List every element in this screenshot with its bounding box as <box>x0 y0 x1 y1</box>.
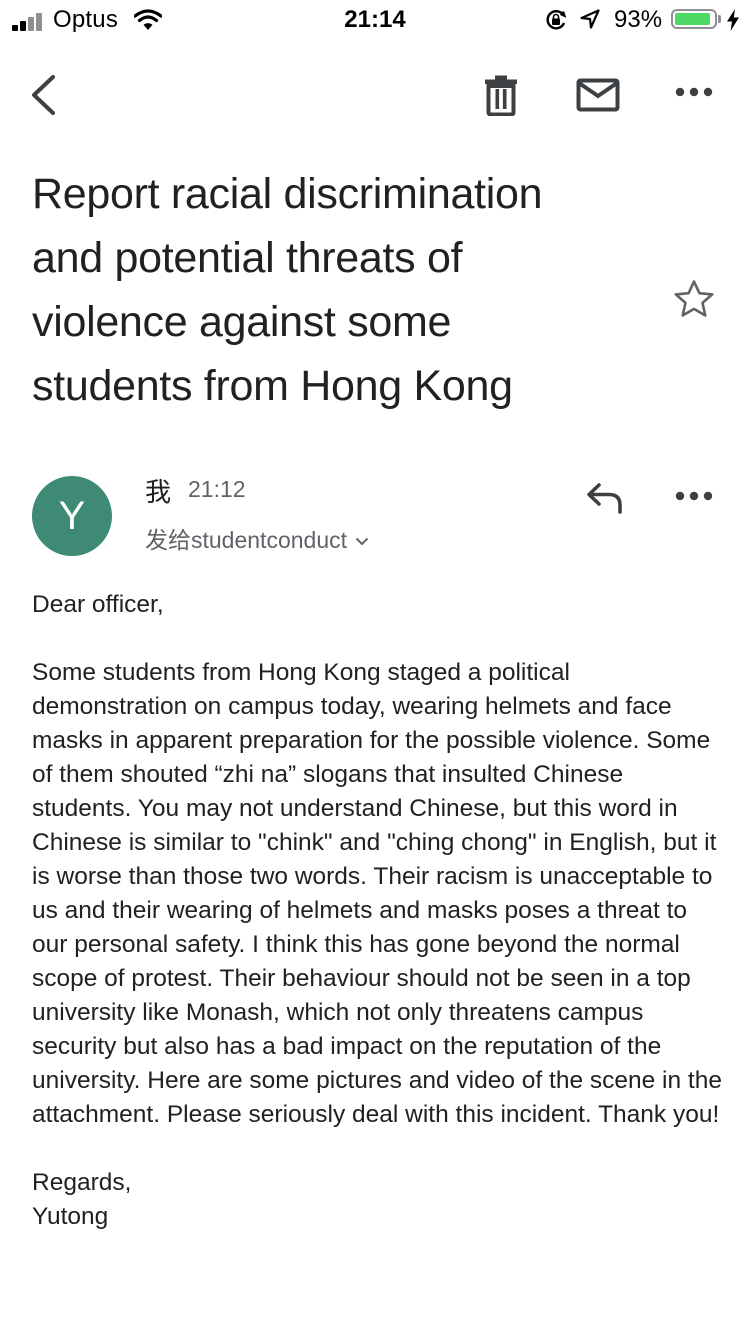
back-arrow-icon[interactable] <box>28 73 60 117</box>
reply-icon[interactable] <box>585 482 625 514</box>
mail-icon[interactable] <box>576 78 620 112</box>
sender-name: 我 <box>145 478 172 508</box>
chevron-down-icon <box>355 538 369 546</box>
email-signature: Yutong <box>32 1203 109 1230</box>
email-subject: Report racial discrimination and potenti… <box>32 170 543 410</box>
sent-time: 21:12 <box>188 476 246 502</box>
message-more-options-icon[interactable] <box>675 490 713 502</box>
trash-icon[interactable] <box>484 74 518 116</box>
recipient-details-toggle[interactable]: 发给studentconduct <box>145 521 369 555</box>
battery-percentage: 93% <box>614 6 663 33</box>
more-options-icon[interactable] <box>675 86 713 98</box>
battery-cap <box>718 15 721 23</box>
status-bar: Optus 21:14 93% <box>0 0 750 40</box>
orientation-lock-icon <box>546 10 567 30</box>
sender-avatar[interactable]: Y <box>32 476 112 556</box>
charging-bolt-icon <box>727 9 739 31</box>
star-icon[interactable] <box>673 279 715 319</box>
location-icon <box>580 9 600 29</box>
email-paragraph: Some students from Hong Kong staged a po… <box>32 659 722 1128</box>
recipient-line: 发给studentconduct <box>145 527 348 553</box>
battery-icon <box>671 9 717 29</box>
email-closing: Regards, <box>32 1169 132 1196</box>
email-body: Dear officer, Some students from Hong Ko… <box>32 588 722 1234</box>
battery-level-fill <box>675 13 711 25</box>
email-greeting: Dear officer, <box>32 591 164 618</box>
